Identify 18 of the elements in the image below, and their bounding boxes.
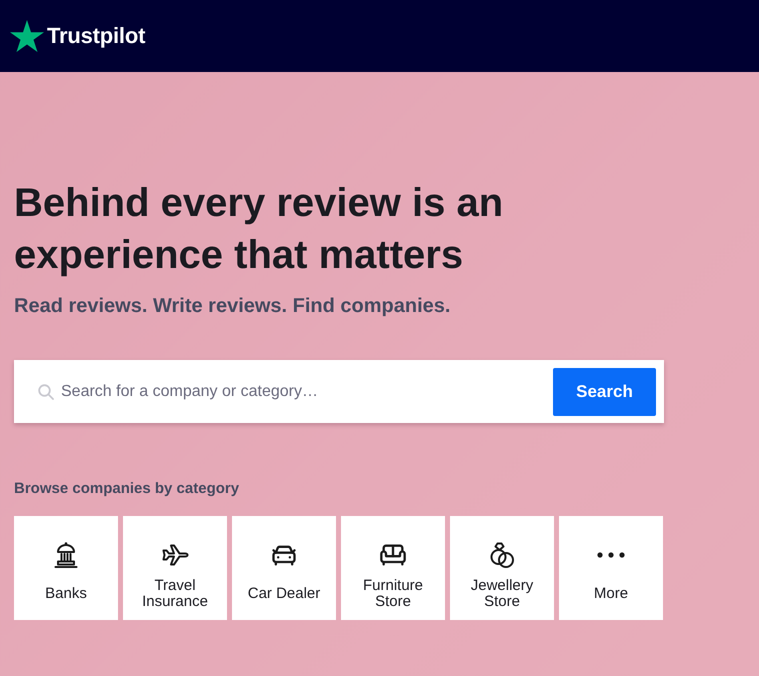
category-tile[interactable]: Jewellery Store xyxy=(450,516,554,620)
category-tile[interactable]: More xyxy=(559,516,663,620)
bank-icon xyxy=(52,541,80,569)
subtitle: Read reviews. Write reviews. Find companies. xyxy=(14,294,452,318)
headline: Behind every review is an experience that matters xyxy=(14,180,504,279)
ellipsis-icon xyxy=(597,552,625,558)
rings-icon xyxy=(488,541,516,569)
category-tile[interactable]: Furniture Store xyxy=(341,516,445,620)
category-tile[interactable]: Travel Insurance xyxy=(123,516,227,620)
logo[interactable]: Trustpilot xyxy=(10,20,146,52)
star-icon xyxy=(10,20,44,52)
category-tile[interactable]: Banks xyxy=(14,516,118,620)
search-bar[interactable]: Search for a company or category… Search xyxy=(14,360,664,423)
section-heading: Browse companies by category xyxy=(14,479,240,499)
search-button[interactable]: Search xyxy=(553,368,656,416)
search-input[interactable]: Search for a company or category… xyxy=(61,372,553,412)
search-icon xyxy=(38,384,54,400)
category-tile[interactable]: Car Dealer xyxy=(232,516,336,620)
